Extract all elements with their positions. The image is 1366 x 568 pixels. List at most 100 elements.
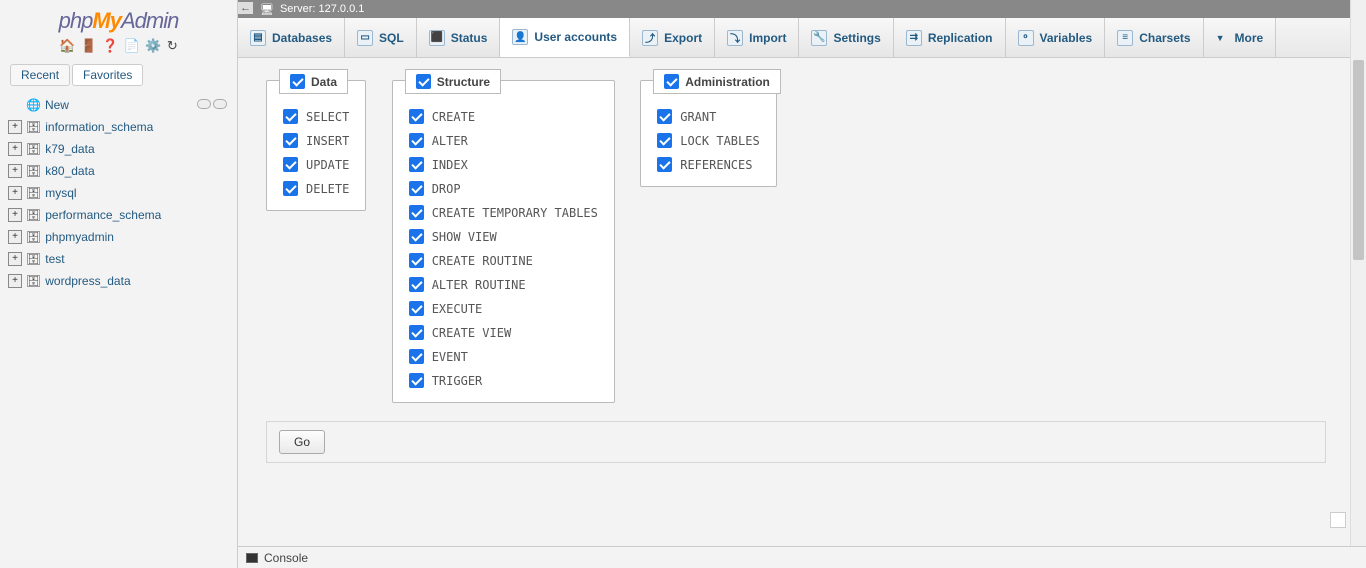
tree-db-item[interactable]: +🗄mysql (8, 182, 237, 204)
tree-db-item[interactable]: +🗄performance_schema (8, 204, 237, 226)
check-all-data[interactable] (290, 74, 305, 89)
panel-collapse-controls[interactable] (195, 98, 227, 112)
priv-checkbox[interactable] (409, 229, 424, 244)
expand-icon[interactable]: + (8, 186, 22, 200)
tree-db-item[interactable]: +🗄k79_data (8, 138, 237, 160)
server-label[interactable]: Server: 127.0.0.1 (280, 3, 364, 15)
priv-checkbox[interactable] (409, 109, 424, 124)
priv-label[interactable]: ALTER (432, 134, 468, 148)
priv-label[interactable]: CREATE ROUTINE (432, 254, 533, 268)
expand-icon[interactable]: + (8, 230, 22, 244)
scrollbar-thumb[interactable] (1353, 60, 1364, 260)
priv-row: EXECUTE (409, 301, 598, 316)
priv-label[interactable]: EXECUTE (432, 302, 483, 316)
tab-settings[interactable]: 🔧Settings (799, 18, 893, 57)
priv-checkbox[interactable] (657, 133, 672, 148)
tab-recent[interactable]: Recent (10, 64, 70, 86)
db-icon: 🗄 (26, 164, 41, 178)
priv-label[interactable]: CREATE (432, 110, 475, 124)
tab-user-accounts[interactable]: 👤User accounts (500, 18, 630, 57)
fieldset-data: Data SELECT INSERT UPDATE DELETE (266, 80, 366, 211)
database-tree: 🌐 New +🗄information_schema +🗄k79_data +🗄… (0, 86, 237, 292)
priv-checkbox[interactable] (283, 109, 298, 124)
expand-icon[interactable]: + (8, 164, 22, 178)
logout-icon[interactable]: 🚪 (81, 38, 97, 54)
priv-label[interactable]: INDEX (432, 158, 468, 172)
priv-label[interactable]: SELECT (306, 110, 349, 124)
tree-db-item[interactable]: +🗄wordpress_data (8, 270, 237, 292)
priv-checkbox[interactable] (657, 157, 672, 172)
tab-export[interactable]: ⤴Export (630, 18, 715, 57)
priv-label[interactable]: TRIGGER (432, 374, 483, 388)
priv-checkbox[interactable] (409, 277, 424, 292)
priv-checkbox[interactable] (657, 109, 672, 124)
tab-favorites[interactable]: Favorites (72, 64, 143, 86)
tree-db-item[interactable]: +🗄test (8, 248, 237, 270)
tab-more[interactable]: ▼More (1204, 18, 1277, 57)
priv-label[interactable]: ALTER ROUTINE (432, 278, 526, 292)
settings-icon[interactable]: ⚙️ (145, 38, 161, 54)
db-icon: 🗄 (26, 120, 41, 134)
console-bar[interactable]: Console (238, 546, 1366, 568)
check-all-administration[interactable] (664, 74, 679, 89)
expand-icon[interactable]: + (8, 120, 22, 134)
priv-label[interactable]: SHOW VIEW (432, 230, 497, 244)
db-icon: 🗄 (26, 252, 41, 266)
expand-icon[interactable]: + (8, 142, 22, 156)
priv-checkbox[interactable] (409, 157, 424, 172)
vertical-scrollbar[interactable] (1350, 0, 1366, 568)
home-icon[interactable]: 🏠 (59, 38, 75, 54)
priv-checkbox[interactable] (409, 253, 424, 268)
tab-databases[interactable]: ▤Databases (238, 18, 345, 57)
priv-label[interactable]: EVENT (432, 350, 468, 364)
legend-administration[interactable]: Administration (653, 69, 781, 94)
go-button[interactable]: Go (279, 430, 325, 454)
priv-label[interactable]: DELETE (306, 182, 349, 196)
legend-data[interactable]: Data (279, 69, 348, 94)
sidebar-tabs: Recent Favorites (0, 60, 237, 86)
docs-icon[interactable]: ❓ (102, 38, 118, 54)
priv-label[interactable]: DROP (432, 182, 461, 196)
priv-label[interactable]: REFERENCES (680, 158, 752, 172)
priv-checkbox[interactable] (409, 301, 424, 316)
panel-toggle-icon[interactable]: ← (238, 2, 253, 14)
priv-label[interactable]: LOCK TABLES (680, 134, 759, 148)
priv-row: INDEX (409, 157, 598, 172)
priv-checkbox[interactable] (409, 133, 424, 148)
priv-label[interactable]: GRANT (680, 110, 716, 124)
legend-structure[interactable]: Structure (405, 69, 501, 94)
priv-checkbox[interactable] (283, 181, 298, 196)
phpmyadmin-logo[interactable]: phpMyAdmin (0, 0, 237, 36)
priv-row: DROP (409, 181, 598, 196)
priv-checkbox[interactable] (409, 373, 424, 388)
priv-checkbox[interactable] (283, 157, 298, 172)
tab-variables[interactable]: ⚬Variables (1006, 18, 1106, 57)
priv-label[interactable]: CREATE TEMPORARY TABLES (432, 206, 598, 220)
priv-checkbox[interactable] (409, 205, 424, 220)
priv-row: GRANT (657, 109, 759, 124)
submit-bar: Go (266, 421, 1326, 463)
expand-icon[interactable]: + (8, 252, 22, 266)
priv-checkbox[interactable] (283, 133, 298, 148)
check-all-structure[interactable] (416, 74, 431, 89)
priv-label[interactable]: UPDATE (306, 158, 349, 172)
tree-db-item[interactable]: +🗄phpmyadmin (8, 226, 237, 248)
priv-checkbox[interactable] (409, 325, 424, 340)
tree-db-item[interactable]: +🗄information_schema (8, 116, 237, 138)
expand-icon[interactable]: + (8, 274, 22, 288)
tree-db-item[interactable]: +🗄k80_data (8, 160, 237, 182)
tab-import[interactable]: ⤵Import (715, 18, 799, 57)
priv-row: UPDATE (283, 157, 349, 172)
bookmark-icon[interactable] (1330, 512, 1346, 528)
priv-checkbox[interactable] (409, 181, 424, 196)
tab-status[interactable]: ⬛Status (417, 18, 501, 57)
priv-checkbox[interactable] (409, 349, 424, 364)
priv-label[interactable]: INSERT (306, 134, 349, 148)
priv-label[interactable]: CREATE VIEW (432, 326, 511, 340)
sql-icon[interactable]: 📄 (124, 38, 140, 54)
tab-replication[interactable]: ⇉Replication (894, 18, 1006, 57)
tab-charsets[interactable]: ≡Charsets (1105, 18, 1203, 57)
tab-sql[interactable]: ▭SQL (345, 18, 417, 57)
expand-icon[interactable]: + (8, 208, 22, 222)
reload-icon[interactable]: ↻ (167, 38, 178, 54)
